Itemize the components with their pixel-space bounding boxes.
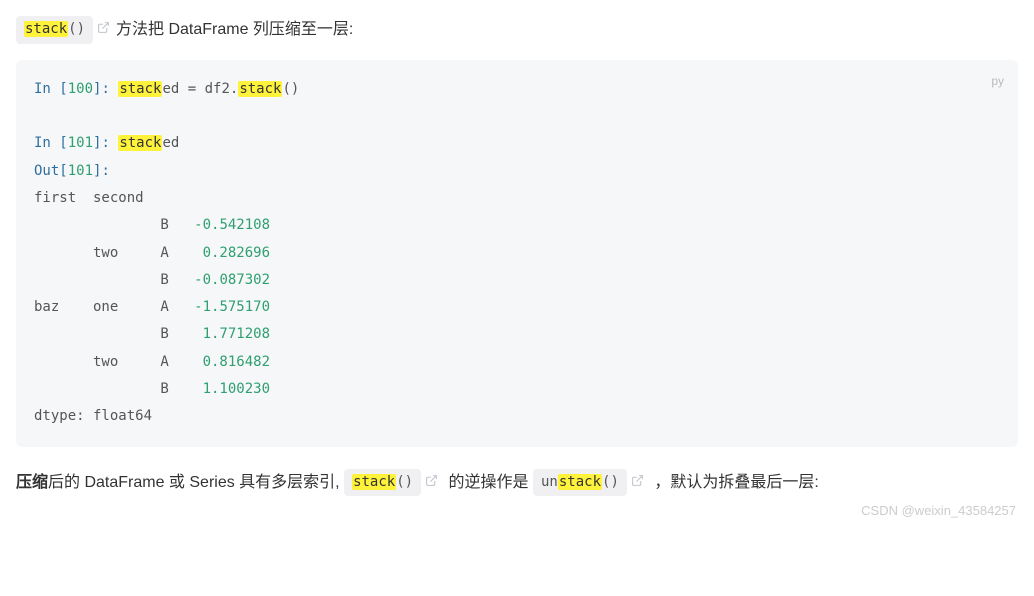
- intro-text: 方法把 DataFrame 列压缩至一层:: [116, 21, 353, 38]
- stack-method-link[interactable]: stack(): [16, 16, 93, 44]
- external-link-icon: [97, 16, 110, 43]
- external-link-icon: [425, 469, 438, 496]
- outro-paragraph: 压缩后的 DataFrame 或 Series 具有多层索引, stack() …: [16, 469, 1018, 497]
- stack-method-link-2[interactable]: stack(): [344, 469, 421, 497]
- bold-text: 压缩: [16, 474, 48, 491]
- external-link-icon: [631, 469, 644, 496]
- code-block[interactable]: pyIn [100]: stacked = df2.stack() In [10…: [16, 60, 1018, 447]
- language-badge: py: [991, 70, 1004, 93]
- unstack-method-link[interactable]: unstack(): [533, 469, 627, 497]
- intro-paragraph: stack() 方法把 DataFrame 列压缩至一层:: [16, 16, 1018, 44]
- watermark: CSDN @weixin_43584257: [861, 500, 1016, 522]
